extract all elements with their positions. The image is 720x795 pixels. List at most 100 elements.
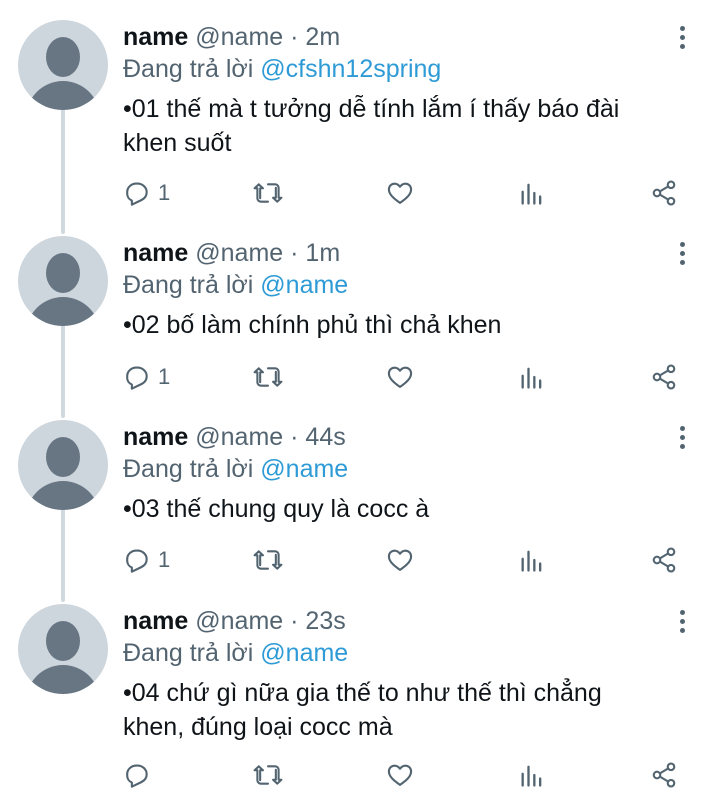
heart-icon: [387, 549, 413, 571]
reply-count: 1: [158, 547, 171, 572]
replying-to-label: Đang trả lời: [123, 271, 254, 299]
replying-to: Đang trả lời @name: [123, 454, 348, 484]
reply-icon: [126, 549, 148, 573]
user-handle[interactable]: @name: [195, 239, 283, 267]
share-button[interactable]: [650, 359, 678, 395]
tweet[interactable]: name @name · 2m Đang trả lời @cfshn12spr…: [0, 0, 720, 232]
views-button[interactable]: [518, 359, 546, 395]
share-button[interactable]: [650, 542, 678, 578]
retweet-icon: [253, 765, 283, 785]
tweet-header: name @name · 44s: [123, 422, 346, 452]
separator-dot: ·: [290, 23, 299, 51]
share-icon: [652, 180, 676, 206]
tweet-actions: 1: [0, 175, 720, 211]
user-handle[interactable]: @name: [195, 23, 283, 51]
mention-link[interactable]: @name: [260, 455, 348, 483]
display-name[interactable]: name: [123, 607, 188, 635]
reply-icon: [126, 764, 148, 788]
retweet-icon: [253, 367, 283, 387]
avatar[interactable]: [18, 420, 108, 510]
tweet-actions: [0, 757, 720, 793]
user-handle[interactable]: @name: [195, 607, 283, 635]
reply-button[interactable]: 1: [123, 175, 170, 211]
reply-button[interactable]: 1: [123, 359, 170, 395]
separator-dot: ·: [290, 607, 299, 635]
display-name[interactable]: name: [123, 423, 188, 451]
views-button[interactable]: [518, 175, 546, 211]
tweet-text-line: •04 chứ gì nữa gia thế to như thế thì ch…: [123, 679, 602, 707]
reply-count: 1: [158, 364, 171, 389]
avatar-body: [26, 481, 100, 510]
like-button[interactable]: [386, 757, 414, 793]
replying-to-label: Đang trả lời: [123, 455, 254, 483]
display-name[interactable]: name: [123, 239, 188, 267]
mention-link[interactable]: @name: [260, 271, 348, 299]
timestamp[interactable]: 23s: [305, 607, 345, 635]
heart-icon: [387, 182, 413, 204]
heart-icon: [387, 366, 413, 388]
share-icon: [652, 364, 676, 390]
retweet-button[interactable]: [253, 359, 283, 395]
like-button[interactable]: [386, 175, 414, 211]
views-button[interactable]: [518, 757, 546, 793]
more-vertical-icon[interactable]: [673, 26, 693, 52]
replying-to: Đang trả lời @name: [123, 638, 348, 668]
tweet[interactable]: name @name · 44s Đang trả lời @name •03 …: [0, 400, 720, 584]
tweet-text: •01 thế mà t tưởng dễ tính lắm í thấy bá…: [123, 92, 683, 160]
retweet-icon: [253, 550, 283, 570]
avatar-body: [26, 297, 100, 326]
mention-link[interactable]: @name: [260, 639, 348, 667]
replying-to: Đang trả lời @name: [123, 270, 348, 300]
avatar-head: [46, 621, 80, 661]
reply-button[interactable]: [123, 757, 158, 793]
separator-dot: ·: [290, 239, 299, 267]
avatar-head: [46, 37, 80, 77]
like-button[interactable]: [386, 359, 414, 395]
avatar-head: [46, 437, 80, 477]
tweet[interactable]: name @name · 1m Đang trả lời @name •02 b…: [0, 216, 720, 400]
reply-icon: [126, 366, 148, 390]
display-name[interactable]: name: [123, 23, 188, 51]
avatar[interactable]: [18, 236, 108, 326]
reply-button[interactable]: 1: [123, 542, 170, 578]
replying-to-label: Đang trả lời: [123, 639, 254, 667]
avatar-body: [26, 665, 100, 694]
views-button[interactable]: [518, 542, 546, 578]
retweet-button[interactable]: [253, 757, 283, 793]
tweet-header: name @name · 23s: [123, 606, 346, 636]
tweet-text: •04 chứ gì nữa gia thế to như thế thì ch…: [123, 676, 683, 744]
views-icon: [521, 550, 542, 572]
avatar[interactable]: [18, 604, 108, 694]
timestamp[interactable]: 1m: [305, 239, 340, 267]
tweet-text-line: •03 thế chung quy là cocc à: [123, 495, 430, 523]
tweet-text-line: khen, đúng loại cocc mà: [123, 713, 393, 741]
tweet-text-line: •01 thế mà t tưởng dễ tính lắm í thấy bá…: [123, 95, 620, 123]
views-icon: [521, 765, 542, 787]
tweet-text: •02 bố làm chính phủ thì chả khen: [123, 308, 683, 342]
views-icon: [521, 183, 542, 205]
retweet-button[interactable]: [253, 542, 283, 578]
share-button[interactable]: [650, 175, 678, 211]
tweet-text-line: khen suốt: [123, 129, 232, 157]
more-vertical-icon[interactable]: [673, 426, 693, 452]
reply-icon: [126, 182, 148, 206]
like-button[interactable]: [386, 542, 414, 578]
mention-link[interactable]: @cfshn12spring: [260, 55, 441, 83]
tweet-header: name @name · 2m: [123, 22, 340, 52]
timestamp[interactable]: 44s: [305, 423, 345, 451]
heart-icon: [387, 764, 413, 786]
separator-dot: ·: [290, 423, 299, 451]
tweet-actions: 1: [0, 542, 720, 578]
more-vertical-icon[interactable]: [673, 242, 693, 268]
retweet-icon: [253, 183, 283, 203]
retweet-button[interactable]: [253, 175, 283, 211]
reply-thread: name @name · 2m Đang trả lời @cfshn12spr…: [0, 0, 720, 795]
more-vertical-icon[interactable]: [673, 610, 693, 636]
tweet[interactable]: name @name · 23s Đang trả lời @name •04 …: [0, 584, 720, 795]
avatar[interactable]: [18, 20, 108, 110]
user-handle[interactable]: @name: [195, 423, 283, 451]
timestamp[interactable]: 2m: [305, 23, 340, 51]
replying-to: Đang trả lời @cfshn12spring: [123, 54, 441, 84]
share-button[interactable]: [650, 757, 678, 793]
share-icon: [652, 762, 676, 788]
